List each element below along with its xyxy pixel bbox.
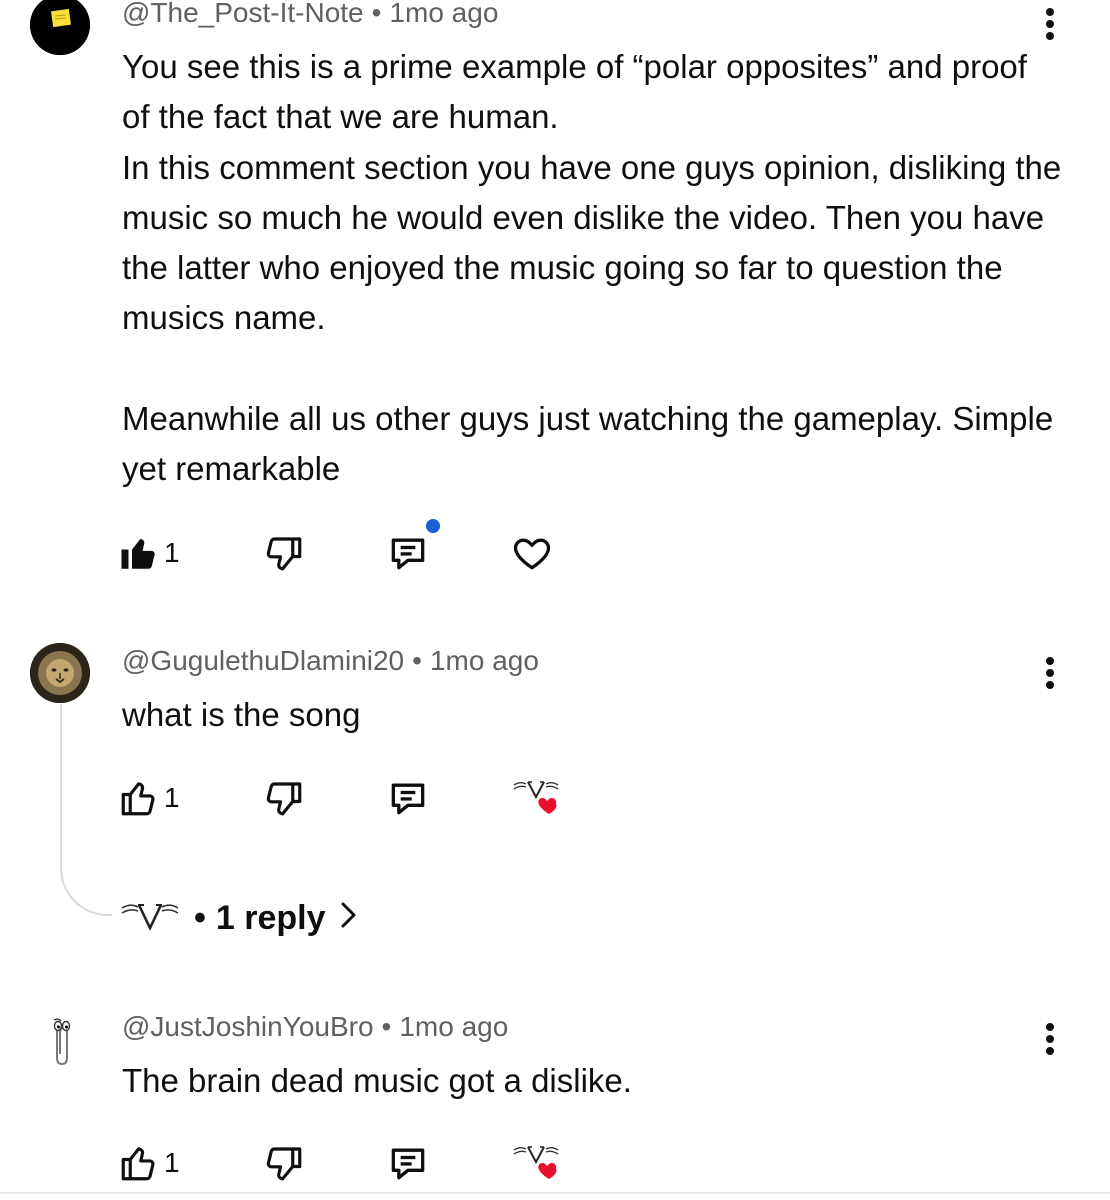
creator-heart-icon [513, 1146, 559, 1179]
thread-connector [60, 704, 112, 916]
creator-avatar-icon [121, 904, 179, 932]
reply-comment-icon [391, 783, 425, 815]
meta-separator: • [371, 0, 382, 28]
view-replies-button[interactable]: • 1 reply [120, 893, 358, 943]
comment-time: 1mo ago [429, 645, 539, 676]
thumbs-down-icon [266, 782, 302, 816]
heart-outline-icon [513, 538, 551, 570]
dislike-button[interactable] [263, 528, 305, 578]
thumbs-up-filled-icon [121, 538, 155, 569]
dislike-button[interactable] [263, 1138, 305, 1188]
notification-dot [426, 519, 440, 533]
chevron-right-icon [340, 899, 358, 938]
like-count: 1 [164, 782, 180, 813]
comment-author[interactable]: @The_Post-It-Note [122, 0, 364, 28]
creator-heart-icon [513, 781, 559, 814]
meta-separator: • [412, 645, 422, 676]
thumbs-up-icon [121, 1147, 155, 1181]
more-options-icon[interactable] [1036, 651, 1064, 695]
replies-count-label: 1 reply [215, 898, 326, 937]
comment-text: The brain dead music got a dislike. [122, 1062, 632, 1099]
like-button[interactable]: 1 [118, 773, 180, 823]
reply-button[interactable] [386, 528, 430, 578]
reply-comment-icon [391, 1148, 425, 1180]
comment-text: You see this is a prime example of “pola… [122, 48, 1062, 488]
more-options-icon[interactable] [1036, 2, 1064, 46]
comment-actions: 1 [118, 773, 618, 823]
reply-button[interactable] [386, 1138, 430, 1188]
comment-meta: @GugulethuDlamini20 • 1mo ago [122, 645, 539, 677]
thumbs-up-icon [121, 782, 155, 816]
sticky-note-avatar[interactable] [30, 0, 90, 55]
like-button[interactable]: 1 [118, 528, 180, 578]
reply-comment-icon [391, 538, 425, 570]
comment-author[interactable]: @GugulethuDlamini20 [122, 645, 404, 676]
comment-actions: 1 [118, 1138, 618, 1188]
comment-author[interactable]: @JustJoshinYouBro [122, 1011, 374, 1042]
meta-separator: • [381, 1011, 392, 1042]
comment-meta: @JustJoshinYouBro • 1mo ago [122, 1011, 508, 1043]
comment-time: 1mo ago [399, 1011, 509, 1042]
divider [0, 1192, 1110, 1194]
thumbs-down-icon [266, 1147, 302, 1181]
lion-avatar[interactable] [30, 643, 90, 703]
reply-button[interactable] [386, 773, 430, 823]
like-count: 1 [164, 1147, 180, 1178]
dislike-button[interactable] [263, 773, 305, 823]
comment-actions: 1 [118, 528, 618, 578]
replies-separator: • [194, 898, 206, 937]
more-options-icon[interactable] [1036, 1017, 1064, 1061]
comment-text: what is the song [122, 696, 361, 733]
like-button[interactable]: 1 [118, 1138, 180, 1188]
comment-time: 1mo ago [389, 0, 499, 28]
like-count: 1 [164, 537, 180, 568]
heart-button[interactable] [510, 528, 554, 578]
creator-heart[interactable] [510, 1138, 562, 1188]
creator-heart[interactable] [510, 773, 562, 823]
comment-meta: @The_Post-It-Note • 1mo ago [122, 0, 498, 29]
thumbs-down-icon [266, 537, 302, 571]
paperclip-avatar[interactable] [30, 1010, 90, 1070]
